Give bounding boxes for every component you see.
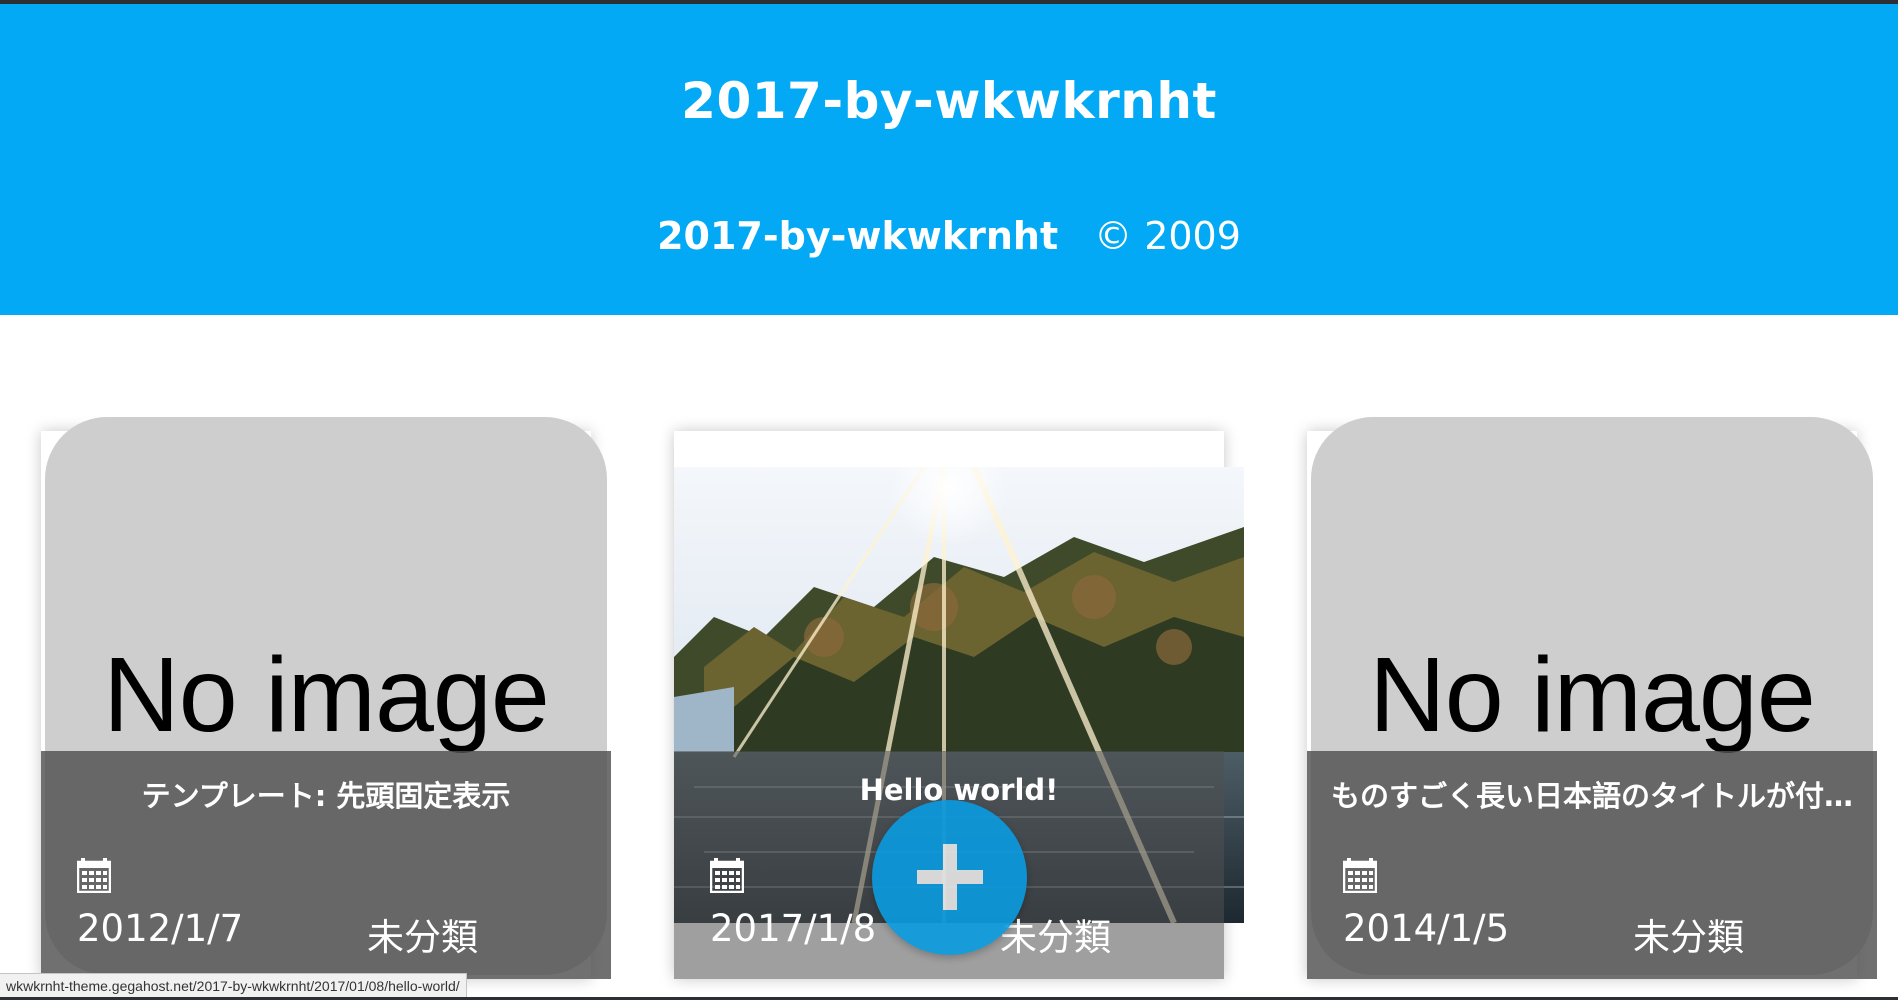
plus-icon — [917, 844, 983, 910]
post-date: 2012/1/7 — [77, 907, 244, 950]
status-bar-url: wkwkrnht-theme.gegahost.net/2017-by-wkwk… — [0, 973, 467, 999]
calendar-icon — [77, 857, 111, 893]
calendar-icon — [1343, 857, 1377, 893]
post-card[interactable]: No image テンプレート: 先頭固定表示 2012/1/7 未分類 — [41, 417, 611, 979]
post-date: 2014/1/5 — [1343, 907, 1510, 950]
header-footer-line: 2017-by-wkwkrnht © 2009 — [0, 214, 1898, 258]
post-category[interactable]: 未分類 — [367, 907, 478, 961]
no-image-text: No image — [103, 636, 550, 754]
post-title[interactable]: ものすごく長い日本語のタイトルが付… — [1307, 773, 1877, 815]
post-card[interactable]: No image ものすごく長い日本語のタイトルが付… 2014/1/5 未分類 — [1307, 417, 1877, 979]
site-title[interactable]: 2017-by-wkwkrnht — [0, 72, 1898, 130]
site-header: 2017-by-wkwkrnht 2017-by-wkwkrnht © 2009 — [0, 4, 1898, 315]
add-button[interactable] — [872, 800, 1027, 955]
copyright-text: © 2009 — [1094, 214, 1241, 258]
post-category[interactable]: 未分類 — [1633, 907, 1744, 961]
no-image-text: No image — [1369, 636, 1816, 754]
post-date: 2017/1/8 — [710, 907, 877, 950]
post-title[interactable]: テンプレート: 先頭固定表示 — [41, 773, 611, 815]
calendar-icon — [710, 857, 744, 893]
site-name: 2017-by-wkwkrnht — [657, 214, 1059, 258]
